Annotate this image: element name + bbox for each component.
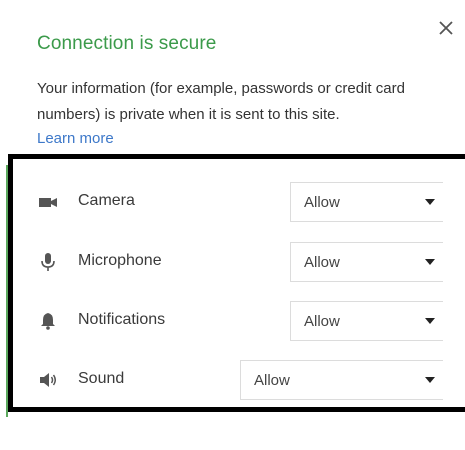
- learn-more-link[interactable]: Learn more: [37, 130, 114, 147]
- notifications-permission-value: Allow: [304, 313, 340, 330]
- chevron-down-icon: [425, 377, 435, 383]
- bell-icon: [37, 310, 59, 332]
- permission-label-camera: Camera: [78, 192, 135, 209]
- chevron-down-icon: [425, 259, 435, 265]
- microphone-permission-select[interactable]: Allow: [290, 242, 443, 282]
- permission-row-notifications: Notifications Allow: [0, 301, 465, 341]
- chevron-down-icon: [425, 199, 435, 205]
- permission-row-sound: Sound Allow: [0, 360, 465, 400]
- camera-icon: [37, 191, 59, 213]
- microphone-icon: [37, 251, 59, 273]
- camera-permission-value: Allow: [304, 194, 340, 211]
- chevron-down-icon: [425, 318, 435, 324]
- permission-label-notifications: Notifications: [78, 311, 166, 328]
- sound-permission-select[interactable]: Allow: [240, 360, 443, 400]
- camera-permission-select[interactable]: Allow: [290, 182, 443, 222]
- permission-label-sound: Sound: [78, 370, 125, 387]
- permission-row-microphone: Microphone Allow: [0, 242, 465, 282]
- close-button[interactable]: [432, 14, 460, 42]
- connection-title: Connection is secure: [37, 33, 217, 54]
- notifications-permission-select[interactable]: Allow: [290, 301, 443, 341]
- permission-row-camera: Camera Allow: [0, 182, 465, 222]
- close-icon: [439, 21, 453, 35]
- sound-permission-value: Allow: [254, 372, 290, 389]
- permission-label-microphone: Microphone: [78, 252, 162, 269]
- microphone-permission-value: Allow: [304, 254, 340, 271]
- connection-description: Your information (for example, passwords…: [37, 80, 405, 123]
- speaker-icon: [37, 369, 59, 391]
